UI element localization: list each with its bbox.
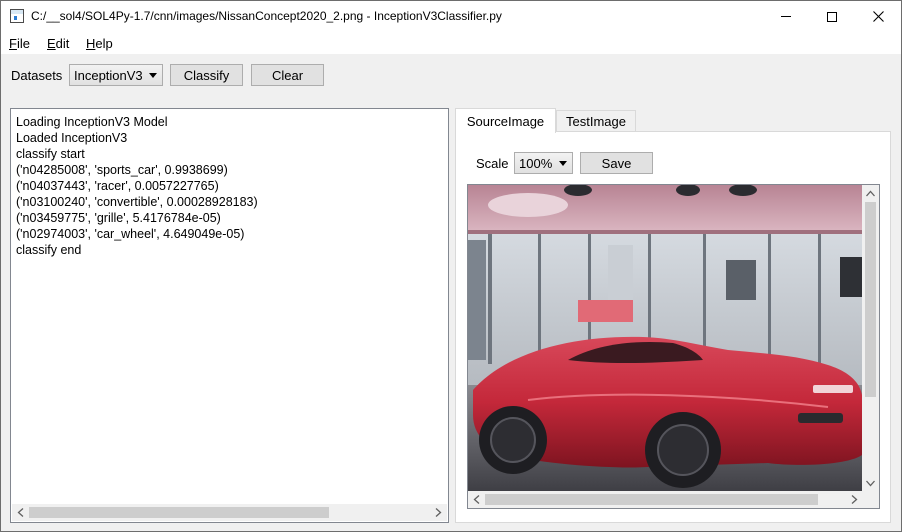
scrollbar-corner bbox=[862, 491, 879, 508]
log-line: Loading InceptionV3 Model bbox=[16, 115, 168, 129]
app-icon bbox=[10, 9, 24, 23]
chevron-down-icon bbox=[149, 73, 157, 78]
log-line: classify end bbox=[16, 243, 82, 257]
chevron-down-icon bbox=[559, 161, 567, 166]
scale-label: Scale bbox=[476, 156, 509, 171]
window-title: C:/__sol4/SOL4Py-1.7/cnn/images/NissanCo… bbox=[31, 9, 502, 23]
save-button[interactable]: Save bbox=[580, 152, 653, 174]
tab-source-image[interactable]: SourceImage bbox=[455, 108, 556, 133]
minimize-icon bbox=[781, 16, 791, 17]
car-photo bbox=[468, 185, 863, 492]
log-line: ('n02974003', 'car_wheel', 4.649049e-05) bbox=[16, 227, 245, 241]
log-line: ('n03100240', 'convertible', 0.000289281… bbox=[16, 195, 258, 209]
scale-selected-value: 100% bbox=[519, 156, 553, 171]
menu-help-label: elp bbox=[95, 36, 113, 51]
menu-edit-label: dit bbox=[55, 36, 70, 51]
log-line: ('n04037443', 'racer', 0.0057227765) bbox=[16, 179, 219, 193]
source-image-panel: Scale 100% Save bbox=[455, 131, 891, 523]
log-scroll-thumb[interactable] bbox=[29, 507, 329, 518]
scroll-left-icon[interactable] bbox=[473, 495, 480, 504]
menu-help-mnemonic: H bbox=[86, 36, 96, 51]
log-line: classify start bbox=[16, 147, 85, 161]
scroll-left-icon[interactable] bbox=[17, 508, 24, 517]
scroll-right-icon[interactable] bbox=[851, 495, 858, 504]
image-horizontal-scrollbar[interactable] bbox=[468, 491, 863, 508]
log-text-area[interactable]: Loading InceptionV3 Model Loaded Incepti… bbox=[10, 108, 449, 523]
menu-edit[interactable]: Edit bbox=[47, 36, 69, 51]
toolbar: Datasets InceptionV3 Classify Clear bbox=[1, 54, 901, 98]
maximize-icon bbox=[827, 11, 837, 22]
menu-file-mnemonic: F bbox=[9, 36, 17, 51]
log-line: ('n04285008', 'sports_car', 0.9938699) bbox=[16, 163, 228, 177]
log-line: ('n03459775', 'grille', 5.4176784e-05) bbox=[16, 211, 221, 225]
maximize-button[interactable] bbox=[809, 1, 855, 32]
minimize-button[interactable] bbox=[763, 1, 809, 32]
image-hscroll-thumb[interactable] bbox=[485, 494, 818, 505]
menu-file-label: ile bbox=[16, 36, 30, 51]
scroll-down-icon[interactable] bbox=[866, 480, 875, 487]
log-lines: Loading InceptionV3 Model Loaded Incepti… bbox=[16, 114, 258, 258]
close-icon bbox=[872, 11, 884, 22]
image-vscroll-thumb[interactable] bbox=[865, 202, 876, 397]
tab-test-image[interactable]: TestImage bbox=[556, 110, 636, 132]
scale-combobox[interactable]: 100% bbox=[514, 152, 573, 174]
app-window: C:/__sol4/SOL4Py-1.7/cnn/images/NissanCo… bbox=[0, 0, 902, 532]
dataset-selected-value: InceptionV3 bbox=[74, 68, 143, 83]
dataset-combobox[interactable]: InceptionV3 bbox=[69, 64, 163, 86]
car-photo-graphic bbox=[468, 185, 863, 492]
log-line: Loaded InceptionV3 bbox=[16, 131, 128, 145]
menu-help[interactable]: Help bbox=[86, 36, 113, 51]
menu-bar: File Edit Help bbox=[1, 32, 901, 54]
clear-button[interactable]: Clear bbox=[251, 64, 324, 86]
log-horizontal-scrollbar[interactable] bbox=[12, 504, 447, 521]
image-vertical-scrollbar[interactable] bbox=[862, 185, 879, 492]
scroll-right-icon[interactable] bbox=[435, 508, 442, 517]
classify-button[interactable]: Classify bbox=[170, 64, 243, 86]
image-scroll-view[interactable] bbox=[467, 184, 880, 509]
datasets-label: Datasets bbox=[11, 68, 63, 83]
scroll-up-icon[interactable] bbox=[866, 190, 875, 197]
menu-file[interactable]: File bbox=[9, 36, 30, 51]
close-button[interactable] bbox=[855, 1, 901, 32]
menu-edit-mnemonic: E bbox=[47, 36, 56, 51]
title-bar[interactable]: C:/__sol4/SOL4Py-1.7/cnn/images/NissanCo… bbox=[1, 1, 901, 32]
